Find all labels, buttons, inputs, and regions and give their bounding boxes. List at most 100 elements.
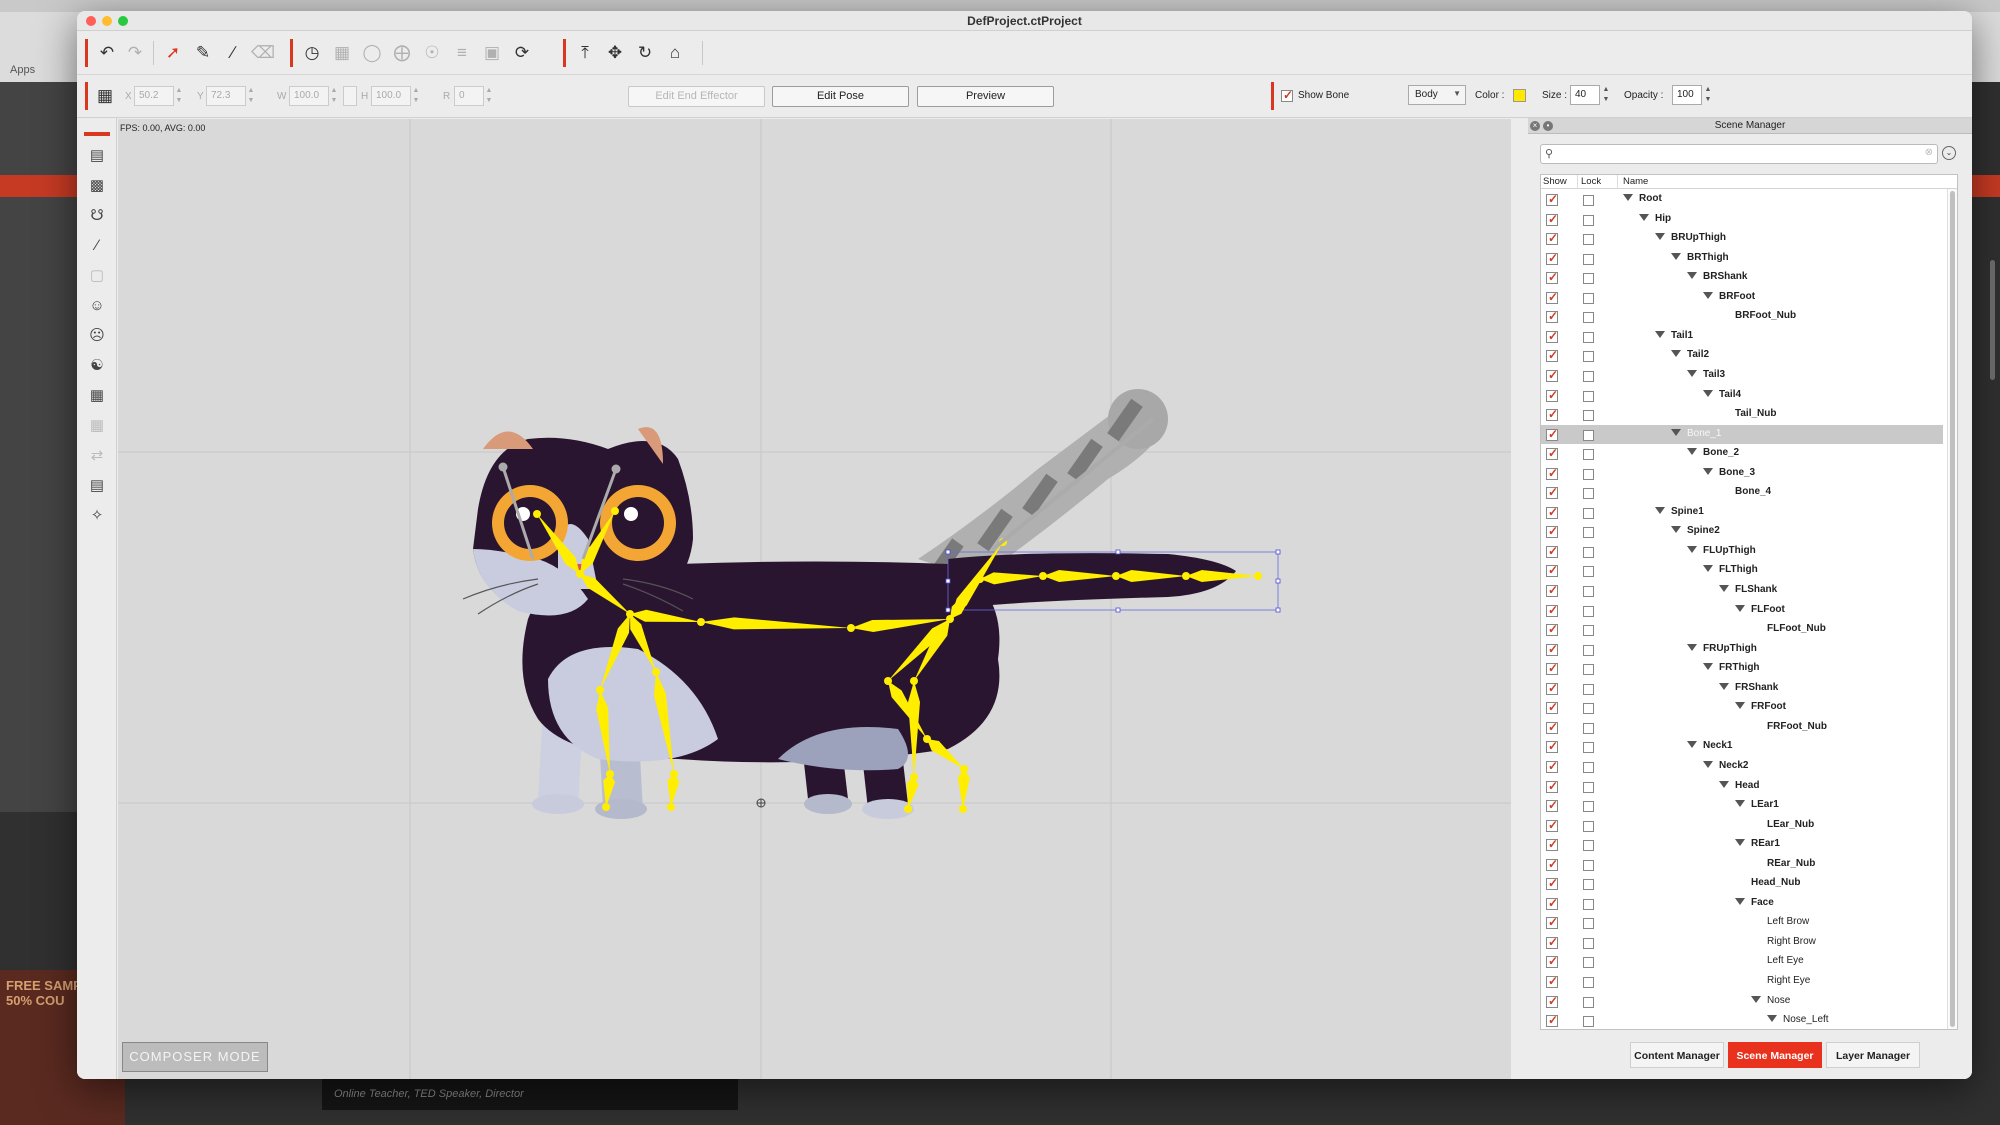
lock-checkbox[interactable] bbox=[1583, 195, 1594, 206]
expand-arrow-icon[interactable] bbox=[1703, 291, 1713, 299]
tree-row[interactable]: BRFoot_Nub bbox=[1541, 307, 1943, 327]
show-checkbox[interactable] bbox=[1546, 485, 1558, 500]
show-checkbox[interactable] bbox=[1546, 524, 1558, 539]
actor-icon[interactable]: ☋ bbox=[84, 203, 110, 227]
bone[interactable] bbox=[906, 777, 919, 809]
lock-checkbox[interactable] bbox=[1583, 331, 1594, 343]
show-checkbox[interactable] bbox=[1546, 348, 1558, 363]
bone-joint[interactable] bbox=[910, 677, 918, 685]
expand-arrow-icon[interactable] bbox=[1623, 194, 1633, 201]
scroll-thumb[interactable] bbox=[1950, 191, 1955, 1027]
edit-end-effector-button[interactable]: Edit End Effector bbox=[628, 86, 765, 107]
y-stepper[interactable]: ▲ ▼ bbox=[246, 86, 256, 106]
tree-row[interactable]: Tail4 bbox=[1541, 386, 1943, 406]
show-checkbox[interactable] bbox=[1546, 309, 1558, 324]
tree-row[interactable]: Head bbox=[1541, 777, 1943, 797]
show-checkbox[interactable] bbox=[1546, 896, 1558, 910]
expand-arrow-icon[interactable] bbox=[1687, 643, 1697, 651]
scene-search-input[interactable]: ⚲ ⊗ bbox=[1540, 144, 1938, 164]
edit-pose-button[interactable]: Edit Pose bbox=[772, 86, 909, 107]
preview-button[interactable]: Preview bbox=[917, 86, 1054, 107]
bone-joint[interactable] bbox=[910, 773, 918, 781]
bone-joint[interactable] bbox=[606, 770, 614, 778]
show-checkbox[interactable] bbox=[1546, 642, 1558, 656]
bone-edit-icon[interactable]: ∕ bbox=[84, 233, 110, 257]
size-stepper[interactable]: ▲ ▼ bbox=[1601, 85, 1611, 105]
expand-arrow-icon[interactable] bbox=[1671, 252, 1681, 260]
show-checkbox[interactable] bbox=[1546, 837, 1558, 852]
bone-tool-icon[interactable]: ∕ bbox=[221, 41, 245, 65]
expand-arrow-icon[interactable] bbox=[1671, 428, 1681, 436]
tree-row[interactable]: LEar_Nub bbox=[1541, 816, 1943, 836]
show-checkbox[interactable] bbox=[1546, 876, 1558, 891]
lock-checkbox[interactable] bbox=[1583, 370, 1594, 382]
expand-arrow-icon[interactable] bbox=[1719, 585, 1729, 592]
clear-search-icon[interactable]: ⊗ bbox=[1925, 147, 1933, 158]
expand-arrow-icon[interactable] bbox=[1687, 448, 1697, 456]
tree-row[interactable]: Bone_2 bbox=[1541, 444, 1943, 464]
grid-snap-icon[interactable]: ▦ bbox=[93, 84, 117, 108]
tree-row[interactable]: Nose bbox=[1541, 992, 1943, 1012]
bone-joint[interactable] bbox=[611, 507, 619, 515]
show-checkbox[interactable] bbox=[1546, 563, 1558, 578]
lock-checkbox[interactable] bbox=[1583, 312, 1594, 324]
lock-checkbox[interactable] bbox=[1583, 390, 1594, 402]
expand-arrow-icon[interactable] bbox=[1767, 1015, 1777, 1023]
swap-icon[interactable]: ⇄ bbox=[84, 443, 110, 467]
expand-arrow-icon[interactable] bbox=[1735, 604, 1745, 612]
composer-mode-label[interactable]: COMPOSER MODE bbox=[122, 1042, 268, 1072]
lock-checkbox[interactable] bbox=[1583, 429, 1594, 441]
tree-row[interactable]: Left Brow bbox=[1541, 913, 1943, 933]
tree-row[interactable]: BRFoot bbox=[1541, 288, 1943, 308]
bone-joint[interactable] bbox=[946, 615, 954, 623]
home-icon[interactable]: ⌂ bbox=[663, 41, 687, 65]
tree-row[interactable]: FLFoot bbox=[1541, 601, 1943, 621]
move-icon[interactable]: ✥ bbox=[603, 41, 627, 65]
opacity-field[interactable]: 100 bbox=[1672, 85, 1702, 105]
show-checkbox[interactable] bbox=[1546, 974, 1558, 988]
show-checkbox[interactable] bbox=[1546, 388, 1558, 402]
lock-checkbox[interactable] bbox=[1583, 488, 1594, 500]
show-checkbox[interactable] bbox=[1546, 818, 1558, 832]
psd-icon[interactable]: ▩ bbox=[84, 173, 110, 197]
lock-ratio-icon[interactable] bbox=[343, 86, 357, 106]
show-checkbox[interactable] bbox=[1546, 290, 1558, 304]
tree-row[interactable]: BRThigh bbox=[1541, 249, 1943, 269]
w-stepper[interactable]: ▲ ▼ bbox=[329, 86, 339, 106]
tree-row[interactable]: LEar1 bbox=[1541, 796, 1943, 816]
show-checkbox[interactable] bbox=[1546, 251, 1558, 265]
expand-arrow-icon[interactable] bbox=[1703, 663, 1713, 671]
lock-checkbox[interactable] bbox=[1583, 761, 1594, 773]
lock-checkbox[interactable] bbox=[1583, 644, 1594, 656]
tree-row[interactable]: Right Brow bbox=[1541, 933, 1943, 953]
browser-scrollbar[interactable] bbox=[1990, 260, 1995, 380]
show-checkbox[interactable] bbox=[1546, 368, 1558, 382]
size-field[interactable]: 40 bbox=[1570, 85, 1600, 105]
lock-checkbox[interactable] bbox=[1583, 1016, 1594, 1028]
bone-joint[interactable] bbox=[884, 677, 892, 685]
lock-checkbox[interactable] bbox=[1583, 351, 1594, 363]
tab-layer-manager[interactable]: Layer Manager bbox=[1826, 1042, 1920, 1068]
mask-icon[interactable]: ◯ bbox=[360, 41, 384, 65]
redo-icon[interactable]: ↷ bbox=[123, 41, 147, 65]
eraser-icon[interactable]: ⌫ bbox=[251, 41, 275, 65]
expand-arrow-icon[interactable] bbox=[1687, 369, 1697, 377]
expand-arrow-icon[interactable] bbox=[1719, 780, 1729, 788]
bone-joint[interactable] bbox=[976, 575, 984, 583]
show-checkbox[interactable] bbox=[1546, 505, 1558, 519]
lock-checkbox[interactable] bbox=[1583, 937, 1594, 949]
bone-joint[interactable] bbox=[1112, 572, 1120, 580]
lock-checkbox[interactable] bbox=[1583, 742, 1594, 754]
lock-checkbox[interactable] bbox=[1583, 410, 1594, 422]
lock-checkbox[interactable] bbox=[1583, 898, 1594, 910]
lock-checkbox[interactable] bbox=[1583, 879, 1594, 891]
bone-joint[interactable] bbox=[670, 770, 678, 778]
bone-joint[interactable] bbox=[697, 618, 705, 626]
lock-checkbox[interactable] bbox=[1583, 273, 1594, 285]
y-field[interactable]: 72.3 bbox=[206, 86, 246, 106]
bone[interactable] bbox=[667, 774, 680, 807]
tree-row[interactable]: FLFoot_Nub bbox=[1541, 620, 1943, 640]
show-checkbox[interactable] bbox=[1546, 779, 1558, 793]
expand-arrow-icon[interactable] bbox=[1655, 330, 1665, 338]
expand-arrow-icon[interactable] bbox=[1703, 565, 1713, 573]
